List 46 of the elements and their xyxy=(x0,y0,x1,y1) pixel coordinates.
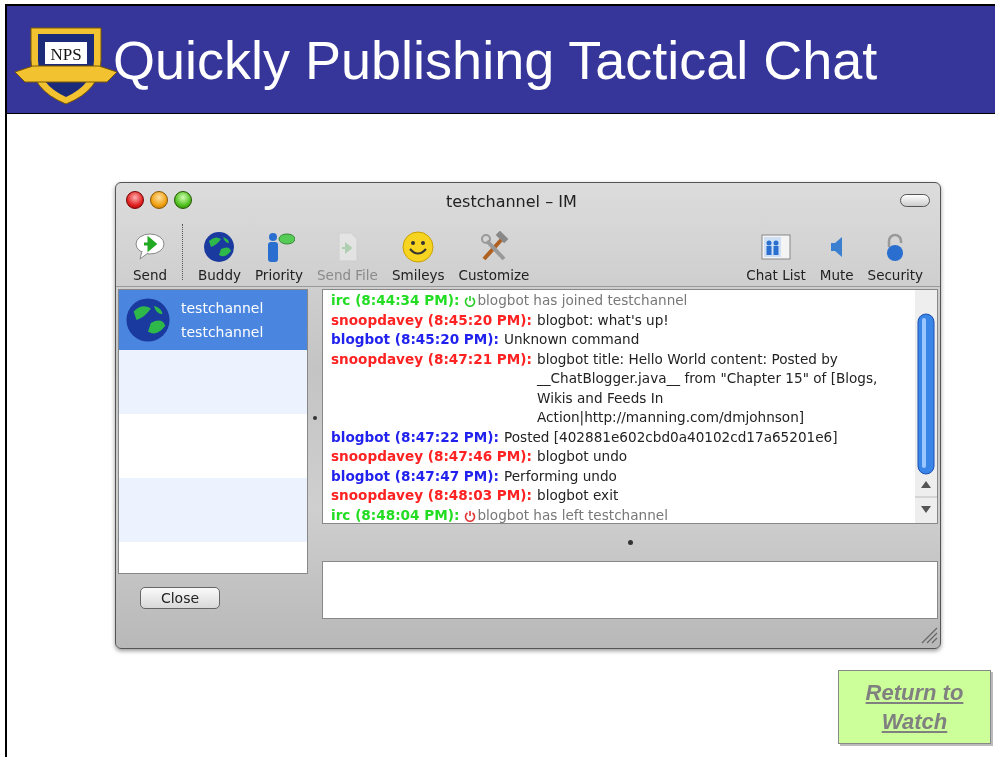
globe-icon xyxy=(203,230,236,263)
message-text: blogbot title: Hello World content: Posted by __ChatBlogger.java__ from "Chapter 15" of [Blogs, Wikis and Feeds In Action|http://manning.com/dmjohnson] xyxy=(537,349,879,428)
buddy-row[interactable]: testchannel testchannel xyxy=(119,290,307,350)
message-sender: irc (8:44:34 PM): xyxy=(331,291,460,310)
message-input-field[interactable] xyxy=(322,561,938,619)
message-text: Posted [402881e602cbd0a40102cd17a65201e6] xyxy=(504,427,838,447)
toolbar-button[interactable]: Security xyxy=(860,230,930,282)
window-title: testchannel – IM xyxy=(446,191,577,213)
status-message: blogbot has joined testchannel xyxy=(477,291,688,310)
message-sender: snoopdavey (8:45:20 PM): xyxy=(331,310,532,330)
toolbar-button[interactable]: Priority xyxy=(247,230,311,282)
power-icon xyxy=(464,509,477,522)
message-sender: snoopdavey (8:47:21 PM): xyxy=(331,349,532,369)
buddy-name: testchannel xyxy=(181,299,264,318)
message-text: blogbot exit xyxy=(537,486,619,505)
message-sender: blogbot (8:47:47 PM): xyxy=(331,466,499,486)
scrollbar-drawing[interactable] xyxy=(915,290,937,523)
toolbar-button[interactable]: Chat List xyxy=(739,230,813,282)
status-message: blogbot has left testchannel xyxy=(477,505,668,523)
speech-bubble-icon xyxy=(134,230,166,263)
message-text: blogbot undo xyxy=(537,447,628,466)
zoom-window-button[interactable] xyxy=(174,191,192,209)
message-sender: blogbot (8:45:20 PM): xyxy=(331,330,499,349)
message-sender: blogbot (8:47:22 PM): xyxy=(331,427,499,447)
toolbar-button[interactable]: Buddy xyxy=(191,230,248,282)
message-text: Unknown command xyxy=(504,330,640,349)
toolbar-button[interactable]: Smileys xyxy=(384,230,452,282)
globe-icon xyxy=(125,297,171,343)
splitter-handle-icon[interactable] xyxy=(313,416,317,420)
message-sender: snoopdavey (8:48:03 PM): xyxy=(331,486,532,505)
power-icon xyxy=(464,295,477,307)
message-text: Performing undo xyxy=(504,466,617,486)
minimize-window-button[interactable] xyxy=(150,191,168,209)
toolbar-button[interactable]: Customize xyxy=(451,230,537,282)
toolbar-toggle-button[interactable] xyxy=(900,194,930,207)
smiley-icon xyxy=(402,230,435,263)
close-window-button[interactable] xyxy=(126,191,144,209)
close-button[interactable]: Close xyxy=(140,587,220,609)
message-text: blogbot: what's up! xyxy=(537,310,669,330)
splitter-handle-icon[interactable] xyxy=(627,540,633,545)
toolbar-button[interactable]: Mute xyxy=(812,230,861,282)
buddy-status: testchannel xyxy=(181,323,264,342)
message-sender: snoopdavey (8:47:46 PM): xyxy=(331,447,532,466)
toolbar-button[interactable]: Send xyxy=(126,230,174,282)
logo-text: NPS xyxy=(50,44,82,64)
message-sender: irc (8:48:04 PM): xyxy=(331,505,460,523)
